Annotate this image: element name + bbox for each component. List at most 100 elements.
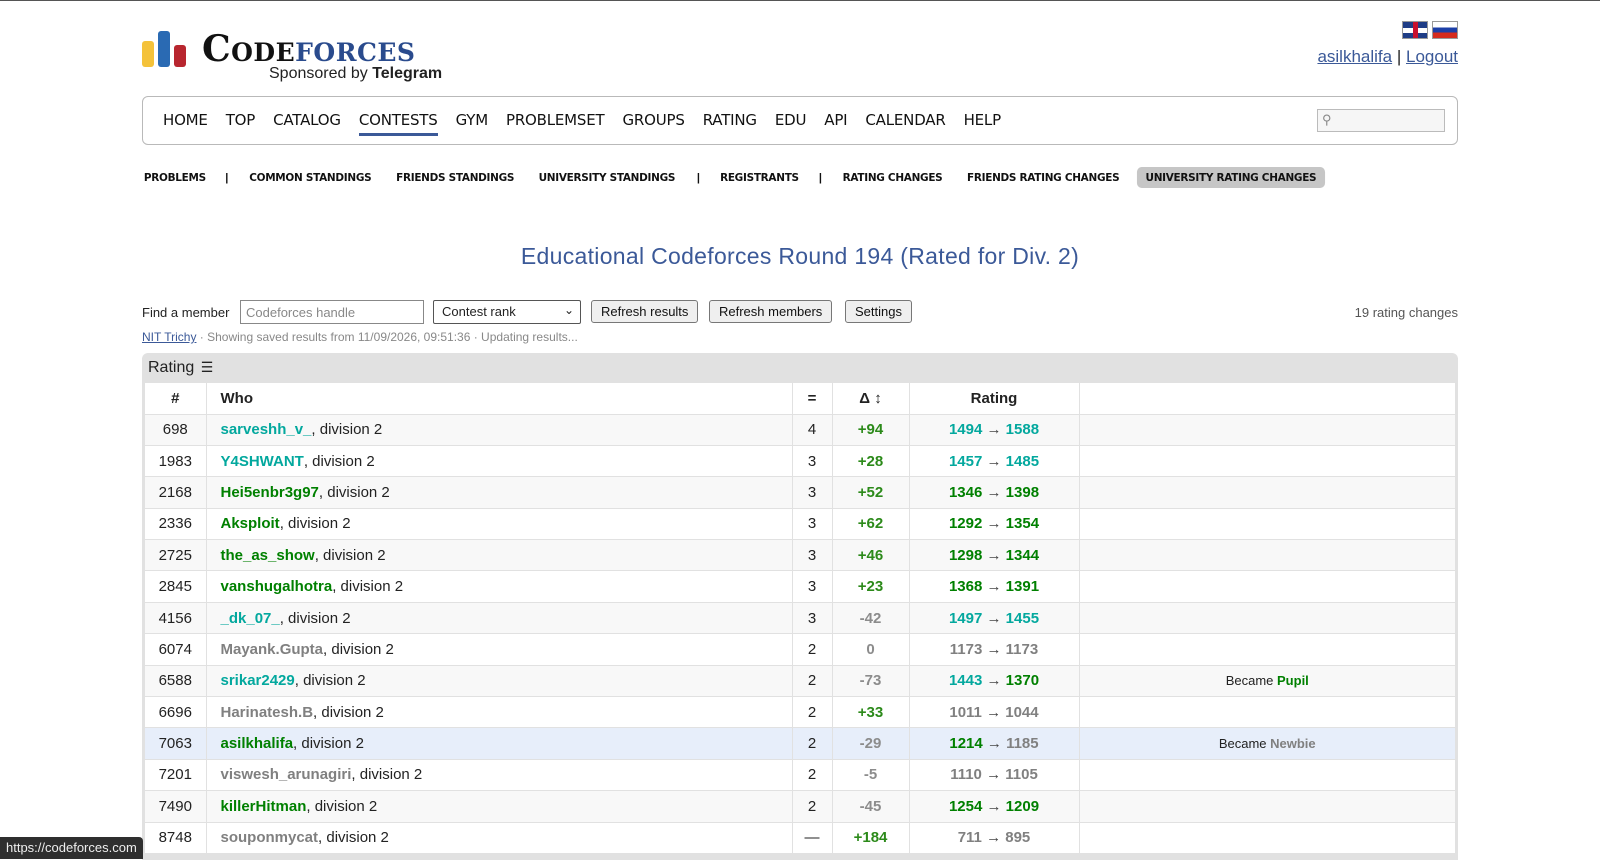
rating-changes-count: 19 rating changes (1354, 305, 1458, 320)
division-text: , division 2 (318, 829, 389, 847)
user-handle-link[interactable]: viswesh_arunagiri (221, 766, 352, 783)
nav-item-rating[interactable]: RATING (703, 111, 757, 136)
col-eq-header[interactable]: = (792, 383, 833, 415)
col-delta-header[interactable]: Δ ↕ (832, 383, 910, 415)
handle-input[interactable] (240, 300, 424, 324)
new-rating: 1588 (1005, 421, 1040, 439)
col-rank-header[interactable]: # (145, 383, 207, 415)
rank-cell: 1983 (145, 445, 207, 478)
submenu-university-standings[interactable]: UNIVERSITY STANDINGS (530, 167, 684, 188)
nav-item-gym[interactable]: GYM (456, 111, 489, 136)
search-box[interactable]: ⚲ (1317, 109, 1445, 132)
user-handle-link[interactable]: sarveshh_v_ (221, 421, 312, 438)
who-cell: Harinatesh.B, division 2 (206, 696, 793, 729)
rating-table: # Who = Δ ↕ Rating 698 sarveshh_v_ , divis… (145, 383, 1455, 854)
delta-cell: -73 (832, 665, 910, 698)
delta-label: Δ (859, 389, 871, 407)
nav-item-calendar[interactable]: CALENDAR (865, 111, 945, 136)
rank-cell: 2168 (145, 476, 207, 509)
submenu-common-standings[interactable]: COMMON STANDINGS (241, 167, 380, 188)
submenu-problems[interactable]: PROBLEMS (144, 167, 215, 188)
submenu-friends-rating-changes[interactable]: FRIENDS RATING CHANGES (958, 167, 1127, 188)
rating-cell: 1214 → 1185 (909, 727, 1080, 760)
old-rating: 1173 (949, 640, 983, 658)
who-cell: srikar2429, division 2 (206, 665, 793, 698)
new-rating: 1370 (1005, 672, 1040, 690)
organization-link[interactable]: NIT Trichy (142, 330, 196, 344)
arrow-right-icon: → (986, 829, 1002, 847)
table-row: 2336 Aksploit, division 2 3 +62 1292 → 1354 (145, 508, 1455, 541)
refresh-results-button[interactable]: Refresh results (591, 300, 699, 323)
nav-item-groups[interactable]: GROUPS (622, 111, 684, 136)
russian-flag-icon[interactable] (1432, 21, 1458, 39)
nav-item-contests[interactable]: CONTESTS (358, 111, 438, 136)
table-body: 698 sarveshh_v_, division 2 4 +94 1494 → 158… (145, 414, 1455, 854)
eq-cell: 2 (792, 665, 833, 698)
rank-change-cell (1079, 508, 1455, 541)
submenu-registrants[interactable]: REGISTRANTS (712, 167, 808, 188)
rank-cell: 7490 (145, 790, 207, 823)
nav-item-catalog[interactable]: CATALOG (273, 111, 341, 136)
table-caption: Rating ☰ (142, 353, 1458, 383)
user-handle-link[interactable]: Mayank.Gupta (221, 641, 324, 658)
old-rating: 1110 (950, 766, 982, 784)
user-handle-link[interactable]: asilkhalifa (221, 735, 294, 752)
old-rating: 1346 (948, 483, 983, 501)
division-text: , division 2 (293, 735, 364, 753)
eq-cell: 2 (792, 790, 833, 823)
nav-item-help[interactable]: HELP (964, 111, 1002, 136)
old-rating: 1368 (948, 578, 983, 596)
nav-item-edu[interactable]: EDU (775, 111, 807, 136)
arrow-right-icon: → (986, 797, 1002, 815)
col-rating-header[interactable]: Rating (909, 383, 1080, 415)
submenu-friends-standings[interactable]: FRIENDS STANDINGS (387, 167, 522, 188)
new-rating: 1398 (1005, 483, 1040, 501)
user-handle-link[interactable]: vanshugalhotra (221, 578, 333, 595)
user-handle-link[interactable]: souponmycat (221, 829, 319, 846)
submenu-rating-changes[interactable]: RATING CHANGES (834, 167, 951, 188)
old-rating: 1254 (948, 797, 983, 815)
old-rating: 1214 (949, 735, 983, 753)
submenu-university-rating-changes[interactable]: UNIVERSITY RATING CHANGES (1137, 167, 1326, 188)
rank-change-cell (1079, 414, 1455, 446)
sort-select[interactable]: Contest rank ⌄ (433, 300, 581, 324)
eq-cell: 2 (792, 696, 833, 729)
user-handle-link[interactable]: the_as_show (221, 547, 315, 564)
profile-link[interactable]: asilkhalifa (1317, 47, 1392, 66)
settings-button[interactable]: Settings (845, 300, 912, 323)
user-handle-link[interactable]: Hei5enbr3g97 (221, 484, 319, 501)
user-handle-link[interactable]: srikar2429 (221, 672, 295, 689)
nav-item-home[interactable]: HOME (163, 111, 208, 136)
nav-item-problemset[interactable]: PROBLEMSET (506, 111, 605, 136)
eq-cell: 3 (792, 476, 833, 509)
codeforces-logo[interactable]: Codeforces Sponsored by Telegram (142, 27, 462, 87)
nav-item-top[interactable]: TOP (226, 111, 256, 136)
list-icon[interactable]: ☰ (201, 359, 214, 375)
search-input[interactable] (1318, 110, 1444, 131)
division-text: , division 2 (314, 546, 386, 564)
division-text: , division 2 (279, 515, 351, 533)
find-member-label: Find a member (142, 305, 230, 320)
user-handle-link[interactable]: Y4SHWANT (221, 453, 304, 470)
rank-cell: 698 (145, 414, 207, 446)
main-menu-list: HOME TOP CATALOG CONTESTS GYM PROBLEMSET GROUP… (163, 111, 1019, 136)
status-line: NIT Trichy · Showing saved results from … (142, 330, 578, 344)
nav-item-api[interactable]: API (824, 111, 847, 136)
rank-cell: 7201 (145, 759, 207, 792)
col-who-header[interactable]: Who (206, 383, 793, 415)
rank-cell: 2336 (145, 508, 207, 541)
eq-cell: — (792, 822, 833, 854)
english-flag-icon[interactable] (1402, 21, 1428, 39)
arrow-right-icon: → (986, 452, 1002, 470)
user-handle-link[interactable]: Harinatesh.B (221, 704, 314, 721)
arrow-right-icon: → (986, 703, 1002, 721)
refresh-members-button[interactable]: Refresh members (709, 300, 833, 323)
who-cell: Aksploit, division 2 (206, 508, 793, 541)
new-rating: 1391 (1005, 578, 1040, 596)
who-cell: _dk_07_, division 2 (206, 602, 793, 635)
logout-link[interactable]: Logout (1406, 47, 1458, 66)
user-handle-link[interactable]: _dk_07_ (221, 610, 280, 627)
user-handle-link[interactable]: Aksploit (221, 515, 280, 532)
new-rating: 1354 (1005, 515, 1040, 533)
user-handle-link[interactable]: killerHitman (221, 798, 307, 815)
